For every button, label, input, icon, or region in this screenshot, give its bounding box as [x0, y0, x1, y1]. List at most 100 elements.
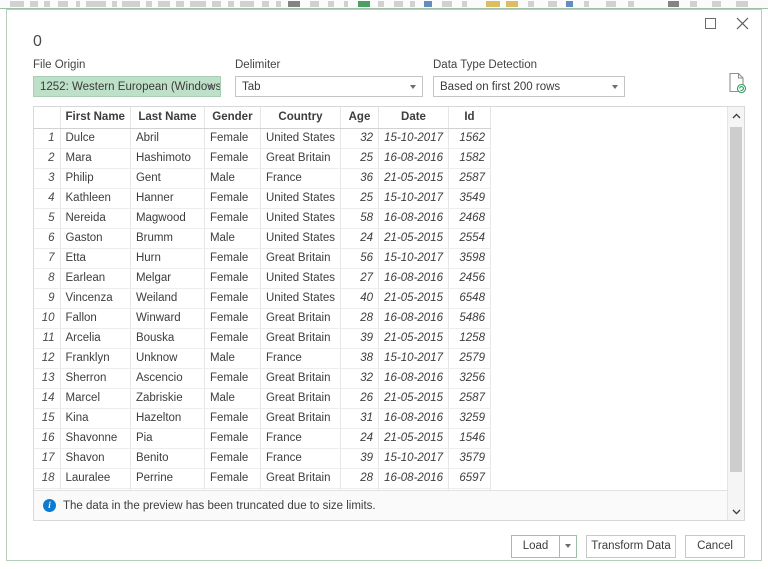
cell-last-name[interactable]: Melgar — [130, 268, 205, 289]
cell-country[interactable]: Great Britain — [260, 248, 341, 269]
cell-rownum[interactable]: 7 — [34, 248, 61, 269]
cell-date[interactable]: 15-10-2017 — [378, 128, 449, 149]
cell-gender[interactable]: Female — [204, 368, 261, 389]
cell-first-name[interactable]: Shavonne — [60, 428, 131, 449]
cell-first-name[interactable]: Sherron — [60, 368, 131, 389]
cancel-button[interactable]: Cancel — [685, 534, 745, 558]
cell-country[interactable]: Great Britain — [260, 468, 341, 489]
file-origin-select[interactable]: 1252: Western European (Windows) — [33, 76, 221, 97]
cell-age[interactable]: 24 — [340, 228, 379, 249]
table-row[interactable]: 4 Kathleen Hanner Female United States 25 15-1… — [34, 188, 491, 209]
cell-rownum[interactable]: 13 — [34, 368, 61, 389]
cell-last-name[interactable]: Winward — [130, 308, 205, 329]
cell-last-name[interactable]: Unknow — [130, 348, 205, 369]
cell-last-name[interactable]: Hanner — [130, 188, 205, 209]
cell-rownum[interactable]: 11 — [34, 328, 61, 349]
cell-date[interactable]: 21-05-2015 — [378, 428, 449, 449]
cell-last-name[interactable]: Magwood — [130, 208, 205, 229]
cell-country[interactable]: Great Britain — [260, 408, 341, 429]
cell-date[interactable]: 16-08-2016 — [378, 408, 449, 429]
cell-gender[interactable]: Female — [204, 328, 261, 349]
data-type-detection-select[interactable]: Based on first 200 rows — [433, 76, 625, 97]
table-row[interactable]: 17 Shavon Benito Female France 39 15-10-2017 35… — [34, 448, 491, 469]
cell-gender[interactable]: Female — [204, 128, 261, 149]
cell-date[interactable]: 15-10-2017 — [378, 248, 449, 269]
table-row[interactable]: 12 Franklyn Unknow Male France 38 15-10-2017 25… — [34, 348, 491, 369]
cell-gender[interactable]: Female — [204, 308, 261, 329]
cell-age[interactable]: 38 — [340, 348, 379, 369]
cell-gender[interactable]: Female — [204, 268, 261, 289]
cell-age[interactable]: 32 — [340, 368, 379, 389]
cell-first-name[interactable]: Dulce — [60, 128, 131, 149]
table-row[interactable]: 6 Gaston Brumm Male United States 24 21-05-201… — [34, 228, 491, 249]
cell-last-name[interactable]: Benito — [130, 448, 205, 469]
cell-date[interactable]: 16-08-2016 — [378, 148, 449, 169]
cell-country[interactable]: United States — [260, 228, 341, 249]
cell-id[interactable]: 5486 — [448, 308, 491, 329]
cell-id[interactable]: 3549 — [448, 188, 491, 209]
cell-age[interactable]: 27 — [340, 268, 379, 289]
cell-id[interactable]: 2579 — [448, 348, 491, 369]
cell-age[interactable]: 32 — [340, 128, 379, 149]
table-row[interactable]: 16 Shavonne Pia Female France 24 21-05-2015 154… — [34, 428, 491, 449]
cell-age[interactable]: 56 — [340, 248, 379, 269]
cell-country[interactable]: Great Britain — [260, 328, 341, 349]
cell-first-name[interactable]: Philip — [60, 168, 131, 189]
cell-gender[interactable]: Female — [204, 188, 261, 209]
cell-age[interactable]: 24 — [340, 428, 379, 449]
column-header-age[interactable]: Age — [340, 107, 379, 129]
cell-gender[interactable]: Female — [204, 208, 261, 229]
cell-date[interactable]: 15-10-2017 — [378, 188, 449, 209]
cell-date[interactable]: 15-10-2017 — [378, 348, 449, 369]
cell-last-name[interactable]: Perrine — [130, 468, 205, 489]
cell-country[interactable]: United States — [260, 188, 341, 209]
cell-country[interactable]: France — [260, 168, 341, 189]
close-icon[interactable] — [727, 12, 757, 34]
cell-age[interactable]: 39 — [340, 448, 379, 469]
table-row[interactable]: 1 Dulce Abril Female United States 32 15-10-20… — [34, 128, 491, 149]
cell-date[interactable]: 16-08-2016 — [378, 468, 449, 489]
cell-country[interactable]: France — [260, 448, 341, 469]
cell-rownum[interactable]: 3 — [34, 168, 61, 189]
table-row[interactable]: 13 Sherron Ascencio Female Great Britain 32 16… — [34, 368, 491, 389]
cell-first-name[interactable]: Mara — [60, 148, 131, 169]
cell-last-name[interactable]: Hazelton — [130, 408, 205, 429]
column-header-last-name[interactable]: Last Name — [130, 107, 205, 129]
cell-last-name[interactable]: Hurn — [130, 248, 205, 269]
cell-last-name[interactable]: Zabriskie — [130, 388, 205, 409]
preview-vertical-scrollbar[interactable] — [727, 107, 744, 520]
cell-country[interactable]: Great Britain — [260, 148, 341, 169]
table-row[interactable]: 9 Vincenza Weiland Female United States 40 21-… — [34, 288, 491, 309]
scroll-down-icon[interactable] — [728, 503, 744, 520]
cell-id[interactable]: 2587 — [448, 168, 491, 189]
cell-age[interactable]: 39 — [340, 328, 379, 349]
cell-first-name[interactable]: Kathleen — [60, 188, 131, 209]
document-refresh-icon[interactable] — [727, 72, 747, 94]
cell-rownum[interactable]: 18 — [34, 468, 61, 489]
cell-date[interactable]: 16-08-2016 — [378, 208, 449, 229]
cell-age[interactable]: 25 — [340, 188, 379, 209]
cell-gender[interactable]: Female — [204, 408, 261, 429]
cell-rownum[interactable]: 6 — [34, 228, 61, 249]
cell-id[interactable]: 3579 — [448, 448, 491, 469]
cell-last-name[interactable]: Brumm — [130, 228, 205, 249]
cell-gender[interactable]: Male — [204, 388, 261, 409]
cell-rownum[interactable]: 2 — [34, 148, 61, 169]
cell-rownum[interactable]: 12 — [34, 348, 61, 369]
cell-age[interactable]: 36 — [340, 168, 379, 189]
cell-last-name[interactable]: Weiland — [130, 288, 205, 309]
table-row[interactable]: 2 Mara Hashimoto Female Great Britain 25 16-08… — [34, 148, 491, 169]
cell-date[interactable]: 21-05-2015 — [378, 388, 449, 409]
cell-gender[interactable]: Male — [204, 228, 261, 249]
cell-first-name[interactable]: Franklyn — [60, 348, 131, 369]
table-row[interactable]: 11 Arcelia Bouska Female Great Britain 39 21-0… — [34, 328, 491, 349]
cell-first-name[interactable]: Earlean — [60, 268, 131, 289]
cell-country[interactable]: France — [260, 348, 341, 369]
cell-rownum[interactable]: 14 — [34, 388, 61, 409]
cell-rownum[interactable]: 1 — [34, 128, 61, 149]
transform-data-button[interactable]: Transform Data — [586, 534, 676, 558]
cell-last-name[interactable]: Bouska — [130, 328, 205, 349]
cell-id[interactable]: 1562 — [448, 128, 491, 149]
cell-first-name[interactable]: Lauralee — [60, 468, 131, 489]
cell-country[interactable]: United States — [260, 208, 341, 229]
